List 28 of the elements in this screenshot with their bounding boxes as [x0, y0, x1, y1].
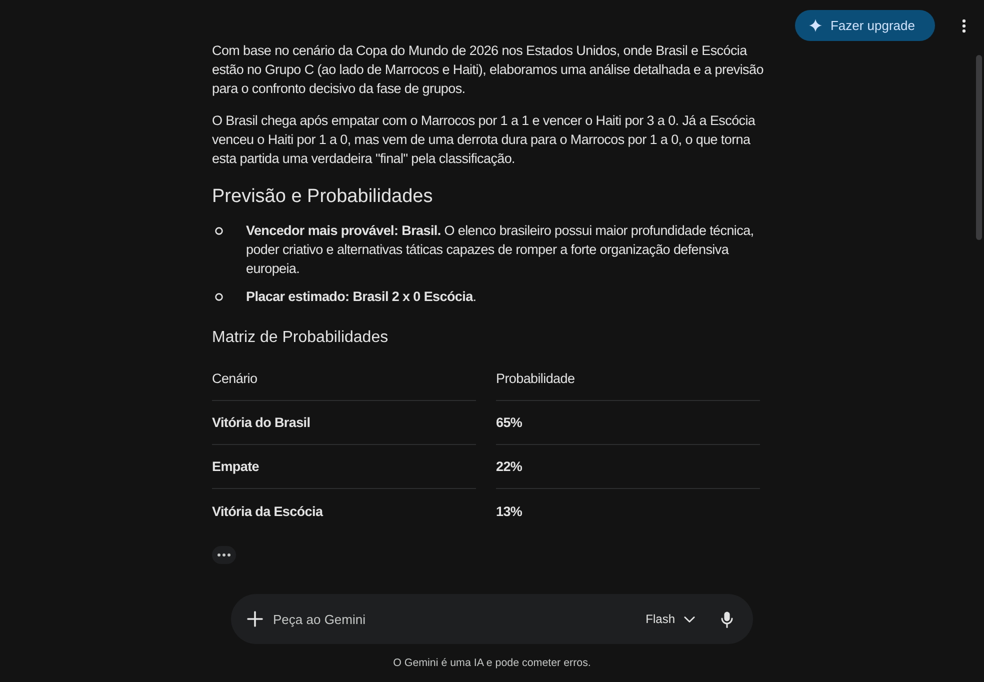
model-selector[interactable]: Flash [644, 608, 697, 630]
prompt-input[interactable]: Peça ao Gemini [273, 604, 644, 634]
table-cell-text: Vitória da Escócia [212, 502, 324, 520]
more-vertical-icon[interactable] [962, 18, 966, 32]
column-header: Cenário [212, 357, 476, 401]
plus-icon[interactable] [247, 611, 263, 627]
list-item-text: Vencedor mais provável: Brasil. O elenco brasileiro possui maior profundidade técnica, poder criativo e alternativas táticas capazes de romper a forte organização defensiva europeia. [246, 222, 755, 278]
bullet-icon [215, 293, 223, 301]
table-cell-text: 13% [496, 502, 524, 520]
upgrade-button[interactable]: Fazer upgrade [795, 10, 935, 41]
table-cell: Empate [212, 445, 476, 489]
sparkle-icon [809, 19, 822, 32]
column-header: Probabilidade [496, 357, 760, 401]
chevron-down-icon [684, 616, 695, 622]
microphone-icon[interactable] [721, 610, 733, 628]
paragraph: O Brasil chega após empatar com o Marrocos por 1 a 1 e vencer o Haiti por 3 a 0. Já a Escócia venceu o Haiti por 1 a 0, mas vem de uma derrota dura para o Marrocos por 1 a 0, o que torna esta partida uma verdadeira "final" pela classificação. [212, 112, 756, 168]
prompt-bar[interactable]: Peça ao Gemini Flash [231, 594, 753, 644]
list-item-text: Placar estimado: Brasil 2 x 0 Escócia. [246, 288, 476, 306]
table-cell: 22% [496, 445, 760, 489]
section-heading: Previsão e Probabilidades [212, 185, 434, 209]
bullet-icon [215, 227, 223, 235]
disclaimer-text: O Gemini é uma IA e pode cometer erros. [393, 656, 591, 670]
table-cell: 65% [496, 401, 760, 445]
paragraph: Com base no cenário da Copa do Mundo de 2026 nos Estados Unidos, onde Brasil e Escócia estão no Grupo C (ao lado de Marrocos e Haiti), elaboramos uma análise detalhada e a previsão para o confronto decisivo da fase de grupos. [212, 42, 764, 98]
ellipsis-icon[interactable] [212, 546, 236, 564]
table-cell: Vitória do Brasil [212, 401, 476, 445]
table-title: Matriz de Probabilidades [212, 328, 390, 348]
scrollbar-thumb[interactable] [976, 55, 982, 240]
